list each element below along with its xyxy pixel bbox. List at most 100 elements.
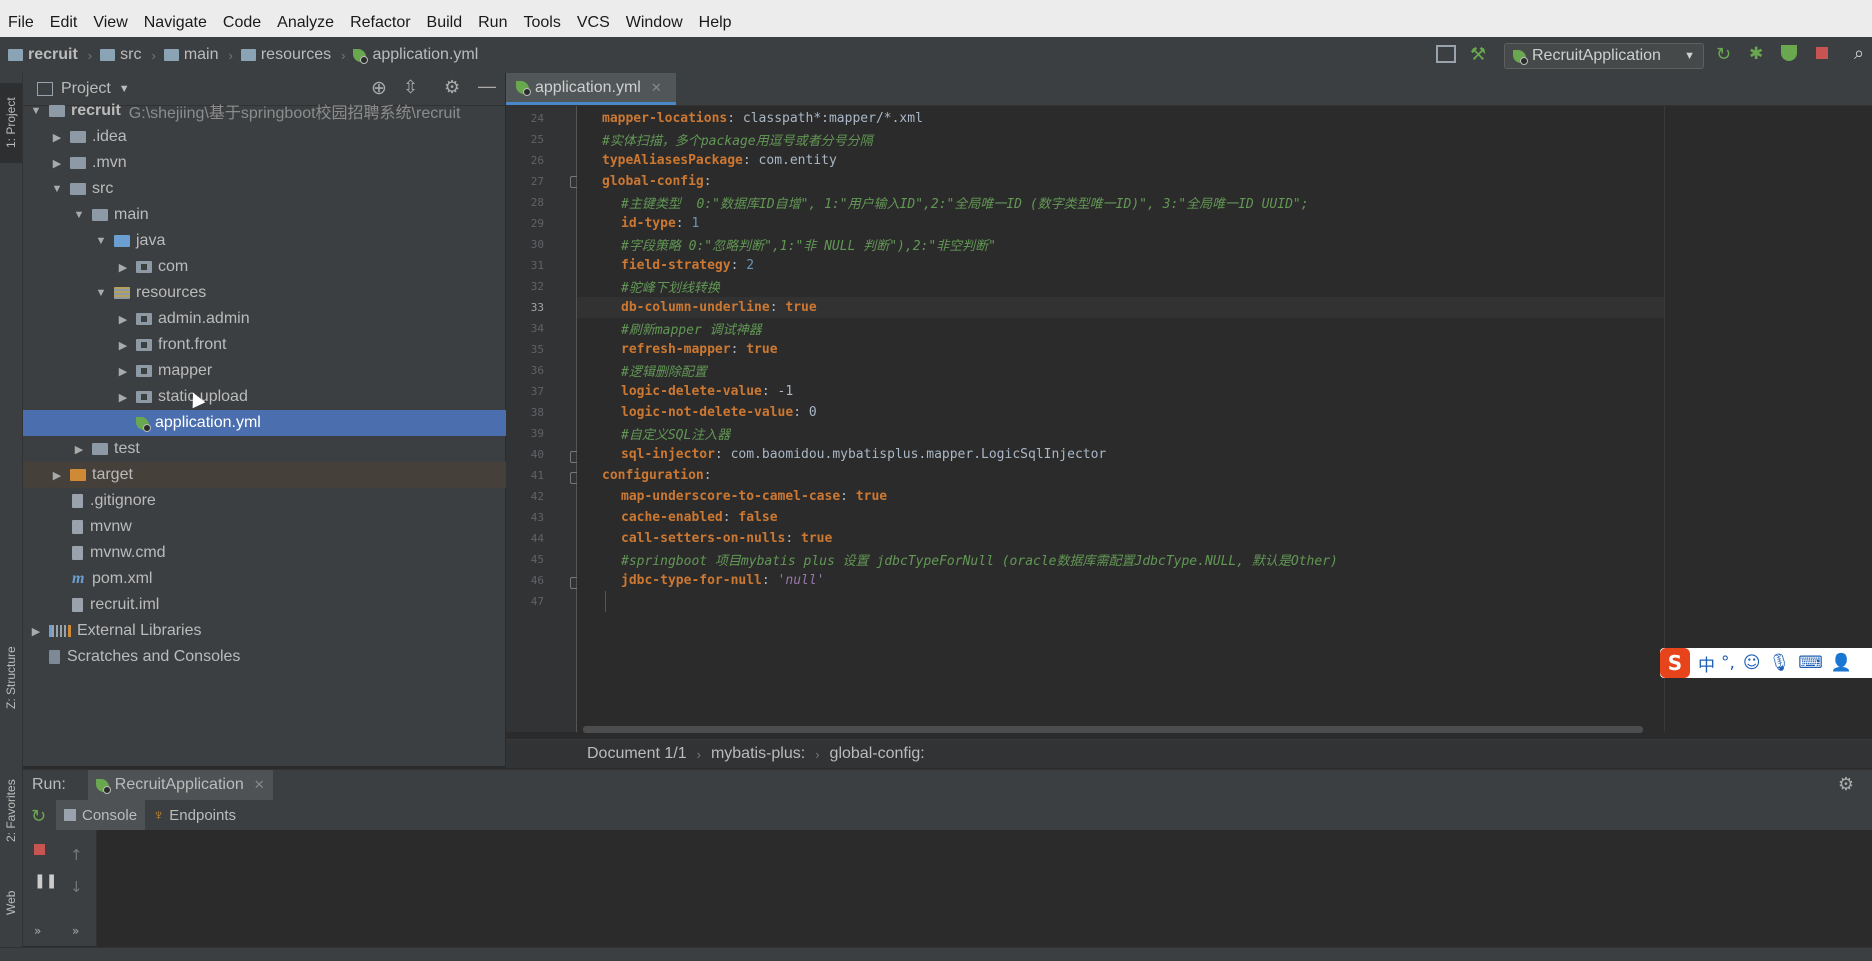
menu-window[interactable]: Window [626,14,683,32]
microphone-icon[interactable]: 🎙 [1769,653,1791,673]
collapsed-arrow-icon[interactable]: ▶ [72,443,86,456]
collapsed-arrow-icon[interactable]: ▶ [116,313,130,326]
ime-language-toggle[interactable]: 中 [1698,651,1715,676]
breadcrumb-src[interactable]: src › [100,46,156,64]
search-icon[interactable]: ⌕ [1854,43,1864,64]
close-icon[interactable]: ✕ [651,80,662,96]
close-icon[interactable]: ✕ [254,777,265,793]
horizontal-scrollbar[interactable] [583,726,1643,733]
chevron-right-icon: › [341,47,346,63]
collapsed-arrow-icon[interactable]: ▶ [50,157,64,170]
tree-item-mvn[interactable]: ▶ .mvn [23,150,532,176]
breadcrumb-application-yml[interactable]: application.yml [353,46,478,64]
build-hammer-icon[interactable]: ⚒ [1470,44,1486,65]
menu-analyze[interactable]: Analyze [277,14,334,32]
minimize-icon[interactable]: — [478,76,496,97]
line-number: 33 [530,301,544,314]
menu-vcs[interactable]: VCS [577,14,610,32]
tree-item-main[interactable]: ▼ main [23,202,554,228]
tab-console[interactable]: Console [56,800,146,830]
expanded-arrow-icon[interactable]: ▼ [72,209,86,221]
breadcrumb-resources[interactable]: resources › [240,46,346,64]
menu-help[interactable]: Help [699,14,732,32]
tree-item-test[interactable]: ▶ test [23,436,554,462]
collapsed-arrow-icon[interactable]: ▶ [116,365,130,378]
menu-navigate[interactable]: Navigate [144,14,207,32]
collapsed-arrow-icon[interactable]: ▶ [116,339,130,352]
keyboard-icon[interactable]: ⌨ [1798,653,1823,673]
pause-icon[interactable]: ❚❚ [34,873,57,889]
console-output[interactable] [97,830,1872,946]
sogou-logo-icon[interactable]: S [1660,648,1690,678]
collapse-all-icon[interactable]: ⇳ [403,77,418,98]
stop-icon[interactable] [34,844,45,855]
arrow-up-icon[interactable]: ↑ [70,846,83,864]
rerun-icon[interactable]: ↻ [1716,44,1731,65]
tab-web[interactable]: Web [0,873,22,933]
more-actions-icon[interactable]: » [72,924,79,938]
expanded-arrow-icon[interactable]: ▼ [94,287,108,299]
code-editor[interactable]: mapper-locations: classpath*:mapper/*.xm… [577,106,1707,732]
status-global-config[interactable]: global-config: [830,745,925,763]
user-icon[interactable]: 👤 [1831,653,1852,673]
menu-run[interactable]: Run [478,14,507,32]
emoji-icon[interactable]: ☺ [1743,653,1761,673]
tree-item-pom-xml[interactable]: m pom.xml [23,566,554,592]
more-actions-icon[interactable]: » [34,924,41,938]
menu-edit[interactable]: Edit [50,14,78,32]
tree-item-src[interactable]: ▼ src [23,176,532,202]
breadcrumb-main[interactable]: main › [163,46,233,64]
status-mybatis-plus[interactable]: mybatis-plus: [711,745,805,763]
collapsed-arrow-icon[interactable]: ▶ [50,131,64,144]
locate-target-icon[interactable]: ⊕ [371,77,387,100]
tree-item-resources[interactable]: ▼ resources [23,280,576,306]
menu-view[interactable]: View [93,14,127,32]
code-line: sql-injector: com.baomidou.mybatisplus.m… [621,447,1107,462]
menu-refactor[interactable]: Refactor [350,14,410,32]
project-view-selector[interactable]: Project [61,80,111,98]
debug-bug-icon[interactable]: ✱ [1749,44,1763,64]
menu-file[interactable]: File [8,14,34,32]
tree-item-java[interactable]: ▼ java [23,228,576,254]
expanded-arrow-icon[interactable]: ▼ [94,235,108,247]
arrow-down-icon[interactable]: ↓ [70,878,83,896]
tree-item-mvnw-cmd[interactable]: mvnw.cmd [23,540,554,566]
tab-structure[interactable]: Z: Structure [0,633,22,723]
tree-item-recruit[interactable]: ▼ recruit G:\shejiing\基于springboot校园招聘系统\r… [23,98,511,124]
ime-punctuation-toggle[interactable]: °, [1721,653,1735,673]
rerun-icon[interactable]: ↻ [31,806,46,827]
tree-item-mvnw[interactable]: mvnw [23,514,554,540]
gear-icon[interactable]: ⚙ [444,77,460,98]
collapsed-arrow-icon[interactable]: ▶ [50,469,64,482]
stop-icon[interactable] [1816,47,1828,59]
menu-code[interactable]: Code [223,14,261,32]
status-document[interactable]: Document 1/1 [587,745,687,763]
collapsed-arrow-icon[interactable]: ▶ [116,391,130,404]
tab-endpoints[interactable]: ♆ Endpoints [145,800,244,830]
expanded-arrow-icon[interactable]: ▼ [50,183,64,195]
tab-project[interactable]: 1: Project [0,83,22,163]
menu-build[interactable]: Build [427,14,463,32]
menu-tools[interactable]: Tools [523,14,560,32]
breadcrumb-recruit[interactable]: recruit › [8,46,92,64]
collapsed-arrow-icon[interactable]: ▶ [116,261,130,274]
line-number: 30 [530,238,544,251]
tree-item-gitignore[interactable]: .gitignore [23,488,554,514]
tree-item-recruit-iml[interactable]: recruit.iml [23,592,554,618]
expanded-arrow-icon[interactable]: ▼ [29,105,43,117]
tree-item-target[interactable]: ▶ target [23,462,532,488]
run-tab-recruit-application[interactable]: RecruitApplication ✕ [87,770,273,800]
collapsed-arrow-icon[interactable]: ▶ [29,625,43,638]
spring-yml-icon [136,416,151,432]
tree-item-idea[interactable]: ▶ .idea [23,124,532,150]
tab-favorites[interactable]: 2: Favorites [0,763,22,858]
run-configuration-select[interactable]: RecruitApplication ▼ [1504,43,1704,69]
tree-item-scratches[interactable]: Scratches and Consoles [23,644,531,670]
tree-item-external-libraries[interactable]: ▶ External Libraries [23,618,511,644]
gear-icon[interactable]: ⚙ [1838,774,1854,795]
coverage-shield-icon[interactable] [1781,45,1797,61]
run-console-icon[interactable] [1436,45,1456,63]
menu-bar: File Edit View Navigate Code Analyze Ref… [0,9,1872,37]
tab-application-yml[interactable]: application.yml ✕ [506,73,676,105]
chevron-down-icon[interactable]: ▼ [119,83,130,95]
